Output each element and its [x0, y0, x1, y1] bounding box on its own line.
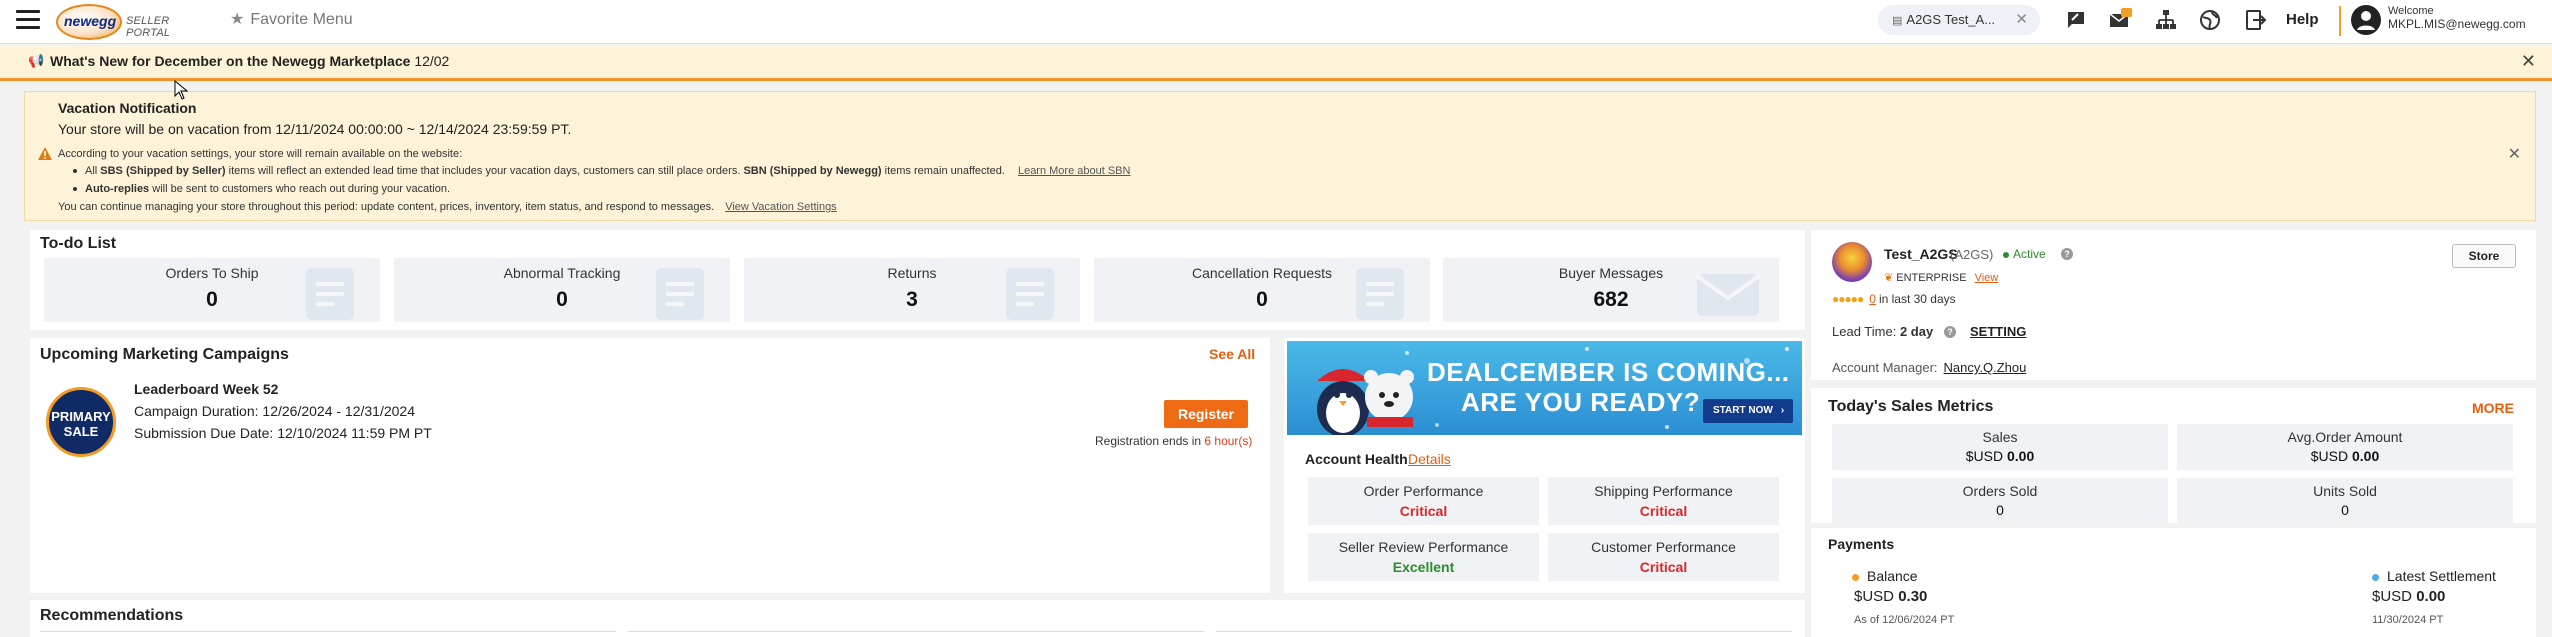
vacation-bullet-sbs: All SBS (Shipped by Seller) items will r… [73, 165, 1130, 177]
account-health-title: Account Health [1305, 451, 1408, 467]
recommendation-card[interactable] [628, 631, 1204, 637]
recommendations-title: Recommendations [40, 607, 184, 624]
close-icon[interactable]: ✕ [2508, 144, 2521, 164]
see-all-link[interactable]: See All [1209, 346, 1255, 362]
campaign-duration: Campaign Duration: 12/26/2024 - 12/31/20… [134, 403, 415, 419]
penguin-bear-illustration [1317, 369, 1414, 435]
whats-new-bar: 📢 What's New for December on the Newegg … [0, 45, 2552, 81]
divider [2339, 6, 2341, 36]
balance-label: Balance [1852, 568, 1918, 584]
campaign-name: Leaderboard Week 52 [134, 381, 279, 397]
tier-view-link[interactable]: View [1975, 272, 1999, 284]
news-title[interactable]: What's New for December on the Newegg Ma… [50, 53, 410, 69]
sales-metrics-title: Today's Sales Metrics [1828, 398, 1994, 415]
lead-time-setting-link[interactable]: SETTING [1970, 324, 2026, 339]
registration-ends: Registration ends in 6 hour(s) [1095, 434, 1253, 448]
latest-settlement-value: $USD 0.00 [2372, 588, 2446, 605]
status-badge: Active [2003, 247, 2046, 261]
top-bar: newegg SELLER PORTAL ★ Favorite Menu ▤ A2G… [0, 0, 2552, 44]
vacation-bullet-autoreply: Auto-replies will be sent to customers w… [73, 183, 450, 195]
star-icon: ★ [230, 11, 245, 28]
close-icon[interactable]: ✕ [2015, 5, 2028, 35]
news-date: 12/02 [414, 53, 450, 69]
recommendation-card[interactable] [1216, 631, 1792, 637]
warning-icon [38, 147, 52, 160]
store-id: (A2GS) [1950, 247, 1994, 262]
learn-more-sbn-link[interactable]: Learn More about SBN [1018, 165, 1131, 177]
store-rating: ●●●●● 0 in last 30 days [1832, 292, 1956, 306]
sitemap-icon[interactable] [2154, 8, 2178, 32]
more-link[interactable]: MORE [2472, 400, 2514, 416]
shipping-performance-card[interactable]: Shipping Performance Critical [1548, 477, 1779, 525]
store-avatar [1832, 242, 1872, 282]
seller-review-performance-card[interactable]: Seller Review Performance Excellent [1308, 533, 1539, 581]
latest-settlement-date: 11/30/2024 PT [2372, 614, 2444, 626]
mail-icon[interactable] [2108, 8, 2132, 32]
chevron-right-icon: › [1780, 405, 1785, 416]
help-link[interactable]: Help [2286, 8, 2319, 32]
todo-title: To-do List [40, 235, 117, 252]
banner-subheadline: ARE YOU READY? [1461, 387, 1701, 417]
vacation-intro: According to your vacation settings, you… [58, 148, 463, 160]
account-manager-link[interactable]: Nancy.Q.Zhou [1944, 360, 2027, 375]
export-icon[interactable] [2243, 8, 2267, 32]
close-icon[interactable]: ✕ [2521, 45, 2536, 77]
order-performance-card[interactable]: Order Performance Critical [1308, 477, 1539, 525]
medal-icon: ❦ [1884, 272, 1894, 284]
latest-settlement-label: Latest Settlement [2372, 568, 2496, 584]
vacation-notification: Vacation Notification Your store will be… [24, 91, 2536, 221]
recommendation-card[interactable] [40, 631, 616, 637]
payments-title: Payments [1828, 536, 1895, 552]
campaign-due-date: Submission Due Date: 12/10/2024 11:59 PM… [134, 425, 432, 441]
marketing-title: Upcoming Marketing Campaigns [40, 346, 289, 363]
help-icon[interactable]: ? [2061, 248, 2073, 260]
register-button[interactable]: Register [1164, 400, 1248, 428]
vacation-title: Vacation Notification [58, 100, 197, 116]
dealcember-banner[interactable]: DEALCEMBER IS COMING... ARE YOU READY? S… [1287, 341, 1802, 435]
metric-avg-order-amount: Avg.Order Amount $USD 0.00 [2177, 424, 2513, 470]
help-icon[interactable]: ? [1944, 326, 1956, 338]
customer-performance-card[interactable]: Customer Performance Critical [1548, 533, 1779, 581]
marketing-panel [30, 338, 1270, 593]
vacation-footer: You can continue managing your store thr… [58, 201, 837, 213]
enterprise-tier: ❦ ENTERPRISE View [1884, 272, 1999, 284]
hamburger-menu-icon[interactable] [16, 10, 40, 32]
start-now-button[interactable]: START NOW › [1703, 399, 1793, 423]
account-health-details-link[interactable]: Details [1408, 451, 1451, 467]
mouse-cursor-icon [174, 80, 188, 100]
favorite-menu[interactable]: ★ Favorite Menu [230, 8, 353, 32]
lead-time: Lead Time: 2 day [1832, 324, 1934, 339]
todo-card-buyer-messages[interactable]: Buyer Messages 682 [1443, 258, 1779, 322]
todo-card-cancellation-requests[interactable]: Cancellation Requests 0 [1094, 258, 1430, 322]
todo-card-abnormal-tracking[interactable]: Abnormal Tracking 0 [394, 258, 730, 322]
view-vacation-settings-link[interactable]: View Vacation Settings [725, 201, 837, 213]
globe-icon[interactable] [2198, 8, 2222, 32]
store-button[interactable]: Store [2452, 244, 2516, 268]
star-rating-icon: ●●●●● [1832, 292, 1864, 306]
rating-count-link[interactable]: 0 [1869, 292, 1876, 306]
welcome-user[interactable]: Welcome MKPL.MIS@newegg.com [2388, 5, 2526, 31]
newegg-logo[interactable]: newegg SELLER PORTAL [56, 3, 196, 41]
vacation-period: Your store will be on vacation from 12/1… [58, 121, 572, 137]
account-manager: Account Manager: Nancy.Q.Zhou [1832, 360, 2027, 375]
store-icon: ▤ [1892, 15, 1903, 27]
metric-units-sold: Units Sold 0 [2177, 478, 2513, 524]
banner-headline: DEALCEMBER IS COMING... [1427, 357, 1790, 387]
megaphone-icon: 📢 [28, 53, 45, 68]
metric-orders-sold: Orders Sold 0 [1832, 478, 2168, 524]
announcement-icon[interactable] [2064, 8, 2088, 32]
store-switcher[interactable]: ▤ A2GS Test_A... ✕ [1878, 5, 2040, 35]
balance-date: As of 12/06/2024 PT [1854, 614, 1955, 626]
user-avatar-icon[interactable] [2350, 4, 2382, 36]
balance-value: $USD 0.30 [1854, 588, 1928, 605]
todo-card-orders-to-ship[interactable]: Orders To Ship 0 [44, 258, 380, 322]
metric-sales: Sales $USD 0.00 [1832, 424, 2168, 470]
primary-sale-badge: PRIMARY SALE [46, 387, 116, 457]
store-name: Test_A2GS [1884, 246, 1958, 262]
todo-card-returns[interactable]: Returns 3 [744, 258, 1080, 322]
